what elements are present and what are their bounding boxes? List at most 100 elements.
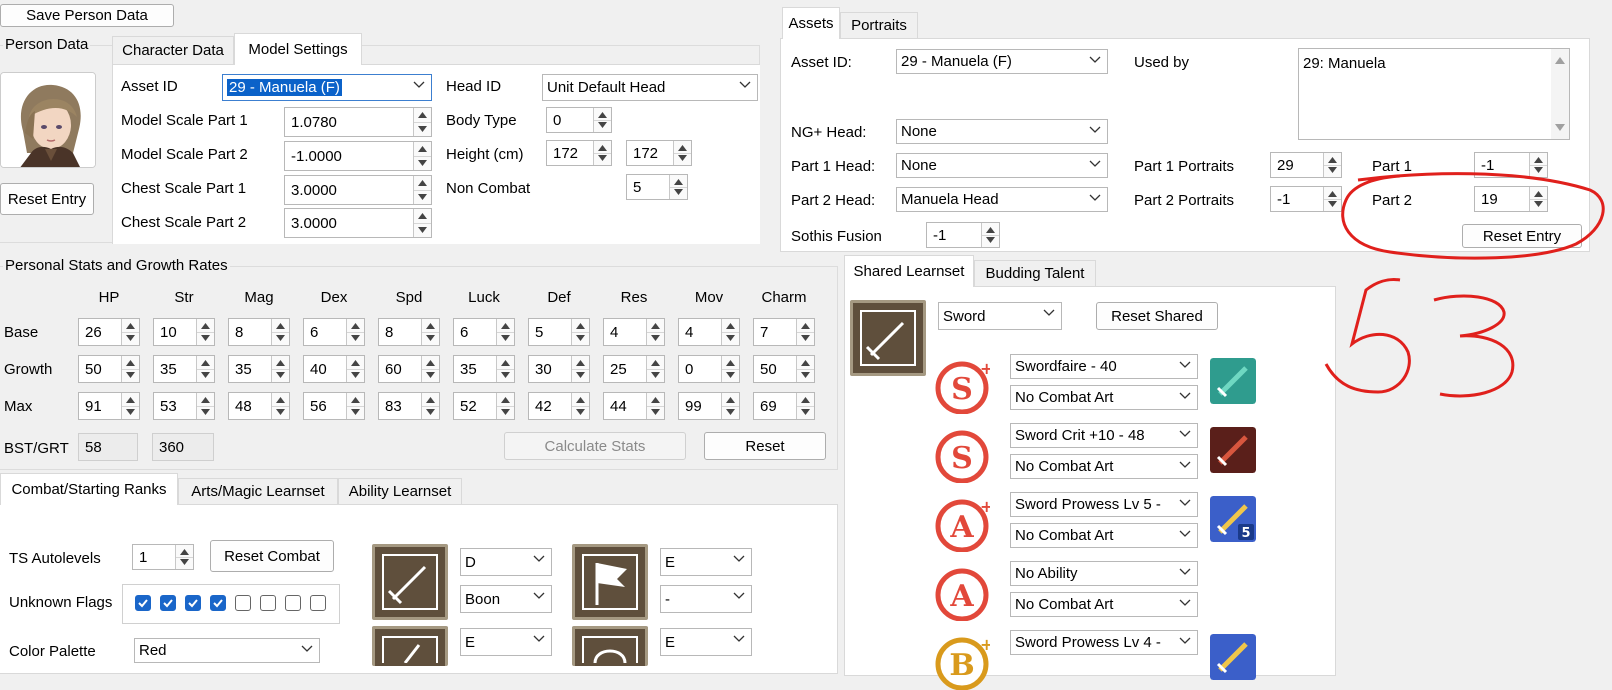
- spin-arrows[interactable]: [721, 393, 739, 419]
- sothis-fusion-spinbox[interactable]: -1: [926, 222, 1000, 248]
- stat-growth-res-spinbox[interactable]: 25: [603, 355, 665, 383]
- stat-base-res-spinbox[interactable]: 4: [603, 318, 665, 346]
- spin-arrows[interactable]: [721, 319, 739, 345]
- learnset-combat-art-select[interactable]: No Combat Art: [1010, 385, 1198, 410]
- used-by-scrollbar[interactable]: [1551, 49, 1569, 139]
- weapon-type-select[interactable]: Sword: [938, 302, 1062, 330]
- tab-character-data[interactable]: Character Data: [112, 36, 234, 64]
- stat-growth-charm-spinbox[interactable]: 50: [753, 355, 815, 383]
- flag-rank-select[interactable]: E: [660, 548, 752, 576]
- spin-arrows[interactable]: [1529, 187, 1547, 211]
- spin-arrows[interactable]: [673, 141, 691, 165]
- spin-arrows[interactable]: [1323, 187, 1341, 211]
- spin-arrows[interactable]: [121, 319, 139, 345]
- stat-base-def-spinbox[interactable]: 5: [528, 318, 590, 346]
- save-person-data-button[interactable]: Save Person Data: [0, 4, 174, 27]
- stat-base-str-spinbox[interactable]: 10: [153, 318, 215, 346]
- sword-rank-modifier-select[interactable]: Boon: [460, 585, 552, 613]
- stat-growth-dex-spinbox[interactable]: 40: [303, 355, 365, 383]
- spin-arrows[interactable]: [669, 175, 687, 199]
- stat-base-mag-spinbox[interactable]: 8: [228, 318, 290, 346]
- spin-arrows[interactable]: [796, 393, 814, 419]
- tab-ability-learnset[interactable]: Ability Learnset: [338, 478, 462, 504]
- spin-arrows[interactable]: [413, 142, 431, 170]
- unknown-flag-checkbox[interactable]: [310, 595, 326, 611]
- spin-arrows[interactable]: [571, 319, 589, 345]
- stats-reset-button[interactable]: Reset: [704, 432, 826, 460]
- unknown-flag-checkbox[interactable]: [185, 595, 201, 611]
- spin-arrows[interactable]: [571, 356, 589, 382]
- unknown-flag-checkbox[interactable]: [210, 595, 226, 611]
- spin-arrows[interactable]: [196, 356, 214, 382]
- stat-growth-spd-spinbox[interactable]: 60: [378, 355, 440, 383]
- spin-arrows[interactable]: [796, 356, 814, 382]
- spin-arrows[interactable]: [1323, 153, 1341, 177]
- spin-arrows[interactable]: [413, 108, 431, 136]
- stat-growth-luck-spinbox[interactable]: 35: [453, 355, 515, 383]
- learnset-ability-select[interactable]: Sword Prowess Lv 4 -: [1010, 630, 1198, 655]
- spin-arrows[interactable]: [646, 393, 664, 419]
- ng-head-select[interactable]: None: [896, 119, 1108, 144]
- unknown-flag-checkbox[interactable]: [285, 595, 301, 611]
- chest-scale-part-2-spinbox[interactable]: 3.0000: [284, 208, 432, 238]
- stat-base-hp-spinbox[interactable]: 26: [78, 318, 140, 346]
- stat-base-dex-spinbox[interactable]: 6: [303, 318, 365, 346]
- spin-arrows[interactable]: [421, 356, 439, 382]
- part-1-portraits-spinbox[interactable]: 29: [1270, 152, 1342, 178]
- learnset-combat-art-select[interactable]: No Combat Art: [1010, 523, 1198, 548]
- tab-combat-starting-ranks[interactable]: Combat/Starting Ranks: [0, 473, 178, 505]
- stat-growth-mov-spinbox[interactable]: 0: [678, 355, 740, 383]
- stat-max-mag-spinbox[interactable]: 48: [228, 392, 290, 420]
- reset-entry-button[interactable]: Reset Entry: [0, 183, 94, 215]
- spin-arrows[interactable]: [413, 209, 431, 237]
- unknown-flag-checkbox[interactable]: [160, 595, 176, 611]
- stat-max-dex-spinbox[interactable]: 56: [303, 392, 365, 420]
- spin-arrows[interactable]: [196, 319, 214, 345]
- spin-arrows[interactable]: [1529, 153, 1547, 177]
- spin-arrows[interactable]: [496, 356, 514, 382]
- reset-combat-button[interactable]: Reset Combat: [210, 540, 334, 572]
- unknown-flag-checkbox[interactable]: [260, 595, 276, 611]
- tab-model-settings[interactable]: Model Settings: [234, 33, 362, 65]
- stat-base-mov-spinbox[interactable]: 4: [678, 318, 740, 346]
- shield-rank-select[interactable]: E: [660, 628, 752, 656]
- spin-arrows[interactable]: [346, 319, 364, 345]
- spin-arrows[interactable]: [346, 356, 364, 382]
- height-spinbox-1[interactable]: 172: [546, 140, 612, 166]
- flag-rank-modifier-select[interactable]: -: [660, 585, 752, 613]
- stat-max-charm-spinbox[interactable]: 69: [753, 392, 815, 420]
- stat-base-spd-spinbox[interactable]: 8: [378, 318, 440, 346]
- spin-arrows[interactable]: [271, 356, 289, 382]
- stat-base-luck-spinbox[interactable]: 6: [453, 318, 515, 346]
- tab-shared-learnset[interactable]: Shared Learnset: [844, 255, 974, 287]
- stat-base-charm-spinbox[interactable]: 7: [753, 318, 815, 346]
- learnset-ability-select[interactable]: Sword Prowess Lv 5 -: [1010, 492, 1198, 517]
- lance-rank-select[interactable]: E: [460, 628, 552, 656]
- part-2-portraits-spinbox[interactable]: -1: [1270, 186, 1342, 212]
- spin-arrows[interactable]: [121, 393, 139, 419]
- non-combat-spinbox[interactable]: 5: [626, 174, 688, 200]
- stat-growth-mag-spinbox[interactable]: 35: [228, 355, 290, 383]
- spin-arrows[interactable]: [721, 356, 739, 382]
- stat-max-str-spinbox[interactable]: 53: [153, 392, 215, 420]
- spin-arrows[interactable]: [593, 108, 611, 132]
- asset-id-select[interactable]: 29 - Manuela (F): [222, 74, 432, 101]
- part-2-spinbox[interactable]: 19: [1474, 186, 1548, 212]
- learnset-ability-select[interactable]: Swordfaire - 40: [1010, 354, 1198, 379]
- assets-reset-entry-button[interactable]: Reset Entry: [1462, 224, 1582, 248]
- stat-max-hp-spinbox[interactable]: 91: [78, 392, 140, 420]
- tab-budding-talent[interactable]: Budding Talent: [974, 260, 1096, 286]
- spin-arrows[interactable]: [121, 356, 139, 382]
- chest-scale-part-1-spinbox[interactable]: 3.0000: [284, 175, 432, 205]
- spin-arrows[interactable]: [175, 545, 193, 569]
- asset-id-select[interactable]: 29 - Manuela (F): [896, 49, 1108, 74]
- unknown-flag-checkbox[interactable]: [235, 595, 251, 611]
- reset-shared-button[interactable]: Reset Shared: [1096, 302, 1218, 330]
- height-spinbox-2[interactable]: 172: [626, 140, 692, 166]
- tab-assets[interactable]: Assets: [782, 7, 840, 39]
- spin-arrows[interactable]: [796, 319, 814, 345]
- stat-growth-def-spinbox[interactable]: 30: [528, 355, 590, 383]
- spin-arrows[interactable]: [413, 176, 431, 204]
- model-scale-part-1-spinbox[interactable]: 1.0780: [284, 107, 432, 137]
- tab-portraits[interactable]: Portraits: [840, 12, 918, 38]
